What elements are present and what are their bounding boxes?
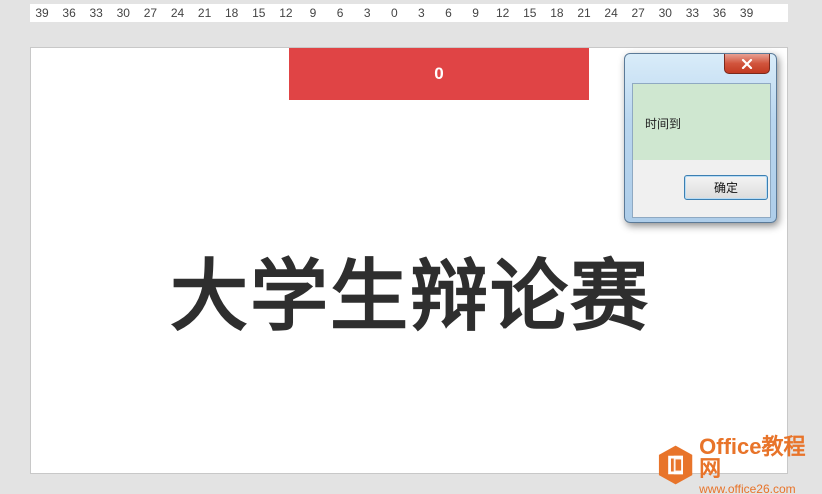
ruler-tick-label: 6 [445,6,452,20]
ruler-tick-label: 3 [363,6,371,20]
ruler-tick-label: 27 [631,6,645,20]
dialog-body: 时间到 确定 [632,83,771,218]
ruler-tick-label: 18 [550,6,564,20]
watermark-url: www.office26.com [699,481,796,494]
watermark: Office教程网 www.office26.com [658,435,818,494]
ruler-tick-label: 9 [472,6,479,20]
dialog-message: 时间到 [645,117,682,131]
ruler-tick-label: 33 [685,6,700,20]
ruler-tick-label: 39 [35,6,49,20]
office-logo-icon [658,445,693,485]
ruler-tick-label: 3 [418,6,425,20]
ok-button[interactable]: 确定 [684,175,768,200]
ruler-tick-label: 12 [496,6,510,20]
ruler-tick-label: 24 [170,6,185,20]
close-icon [741,58,753,69]
presentation-window: 39 36 33 30 27 24 21 18 15 12 9 6 3 0 3 6 9 12 15 18 21 24 27 3… [0,0,822,494]
message-dialog: 时间到 确定 [624,53,777,223]
ruler-tick-label: 24 [604,6,618,20]
ruler-tick-label: 30 [116,6,130,20]
dialog-message-area: 时间到 [633,84,770,160]
ruler-tick-label: 15 [252,6,266,20]
ruler-tick-label: 33 [89,6,103,20]
ruler-tick-label: 0 [390,6,398,20]
ruler-tick-label: 21 [197,6,212,20]
ruler-tick-label: 36 [712,6,727,20]
slide-title: 大学生辩论赛 [169,251,650,342]
ruler-tick-label: 27 [143,6,158,20]
ruler-tick-label: 12 [279,6,293,20]
ruler-tick-label: 21 [577,6,591,20]
horizontal-ruler: 39 36 33 30 27 24 21 18 15 12 9 6 3 0 3 6 9 12 15 18 21 24 27 3… [30,4,788,22]
dialog-close-button[interactable] [724,54,770,74]
ruler-tick-label: 6 [336,6,344,20]
ruler-tick-label: 9 [309,6,317,20]
timer-value: 0 [434,64,444,83]
timer-bar: 0 [289,48,589,100]
watermark-brand: Office教程网 [699,433,806,481]
ruler-tick-label: 30 [658,6,672,20]
ruler-tick-label: 36 [62,6,76,20]
ruler-tick-label: 15 [523,6,537,20]
ruler-tick-label: 39 [739,6,754,20]
ruler-tick-label: 18 [225,6,239,20]
